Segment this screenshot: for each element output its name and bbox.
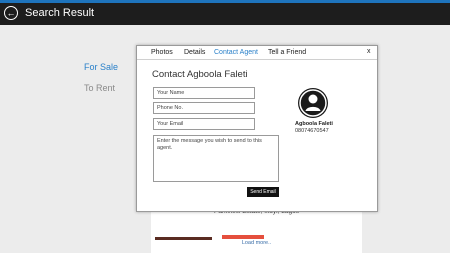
name-field[interactable]: Your Name [153, 87, 255, 99]
user-avatar-icon [298, 88, 328, 118]
page-title: Search Result [25, 7, 95, 19]
contact-agent-dialog: Photos Details Contact Agent Tell a Frie… [136, 45, 378, 212]
phone-field[interactable]: Phone No. [153, 102, 255, 114]
tab-tell-a-friend[interactable]: Tell a Friend [268, 49, 306, 56]
tab-contact-agent[interactable]: Contact Agent [214, 49, 258, 56]
load-more-link[interactable]: Load more.. [151, 240, 362, 246]
message-field[interactable]: Enter the message you wish to send to th… [153, 135, 279, 182]
email-field[interactable]: Your Email [153, 118, 255, 130]
close-icon[interactable]: x [367, 48, 371, 55]
tab-photos[interactable]: Photos [151, 49, 173, 56]
tab-divider [137, 59, 377, 60]
dialog-tabs: Photos Details Contact Agent Tell a Frie… [137, 46, 377, 59]
tab-details[interactable]: Details [184, 49, 205, 56]
agent-name: Agboola Faleti [295, 121, 333, 127]
accent-strip [0, 0, 450, 3]
sidebar-item-for-sale[interactable]: For Sale [84, 62, 118, 72]
send-email-button[interactable]: Send Email [247, 187, 279, 197]
sidebar-item-to-rent[interactable]: To Rent [84, 83, 115, 93]
contact-title: Contact Agboola Faleti [152, 69, 248, 80]
title-bar: ← Search Result [0, 0, 450, 25]
agent-phone: 08074670547 [295, 128, 329, 134]
back-arrow-icon[interactable]: ← [4, 6, 18, 20]
listing-price [222, 235, 264, 239]
